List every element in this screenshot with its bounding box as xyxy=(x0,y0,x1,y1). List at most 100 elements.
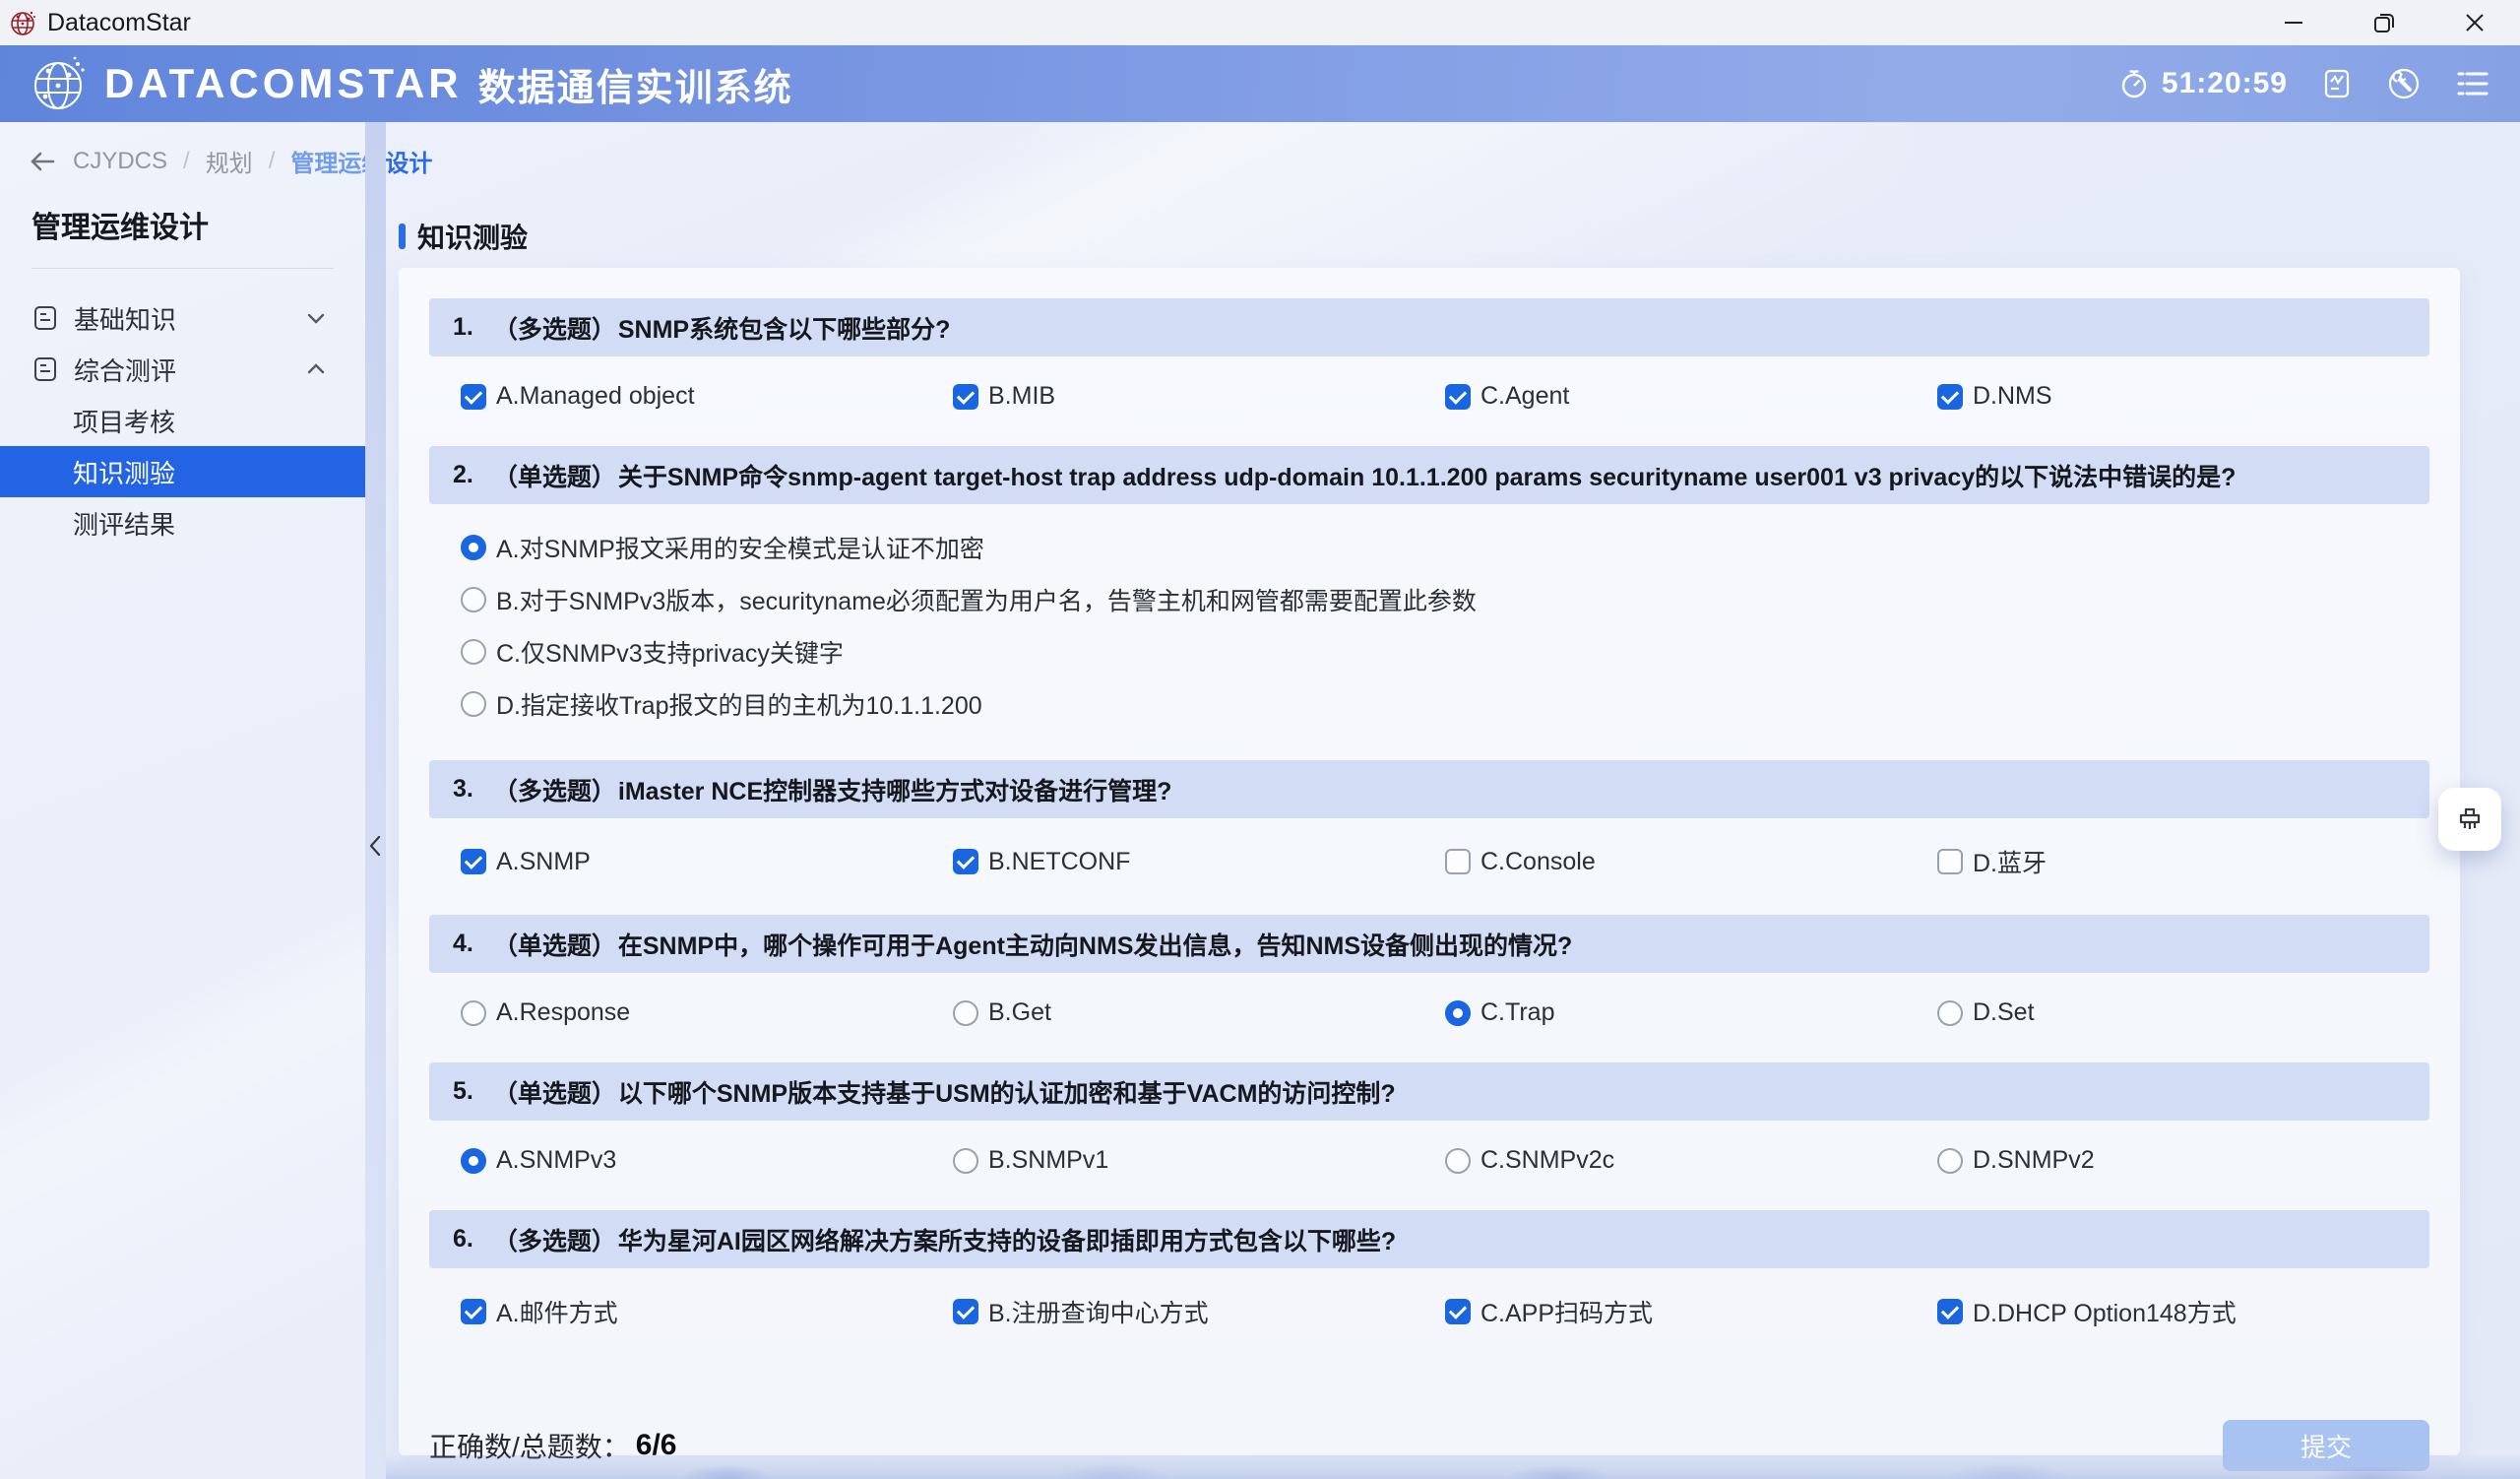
checkbox-checked-icon[interactable] xyxy=(461,849,486,874)
tools-icon[interactable] xyxy=(2386,66,2422,101)
option-checkbox[interactable]: A.Managed object xyxy=(461,382,953,411)
section-header: 知识测验 xyxy=(399,217,528,256)
document-icon xyxy=(32,356,58,382)
option-checkbox[interactable]: C.Console xyxy=(1445,848,1937,876)
radio-checked-icon[interactable] xyxy=(1445,1000,1471,1026)
document-icon xyxy=(32,305,58,331)
question-number: 5. xyxy=(453,1077,473,1106)
option-radio[interactable]: B.对于SNMPv3版本，securityname必须配置为用户名，告警主机和网… xyxy=(461,582,2429,617)
radio-unchecked-icon[interactable] xyxy=(1937,1000,1963,1026)
background-bottom-glow xyxy=(386,1453,2520,1479)
radio-unchecked-icon[interactable] xyxy=(953,1000,978,1026)
sidebar-item-knowledge-quiz[interactable]: 知识测验 xyxy=(0,446,365,497)
option-checkbox[interactable]: A.SNMP xyxy=(461,848,953,876)
option-label: D.NMS xyxy=(1973,382,2052,411)
radio-unchecked-icon[interactable] xyxy=(953,1148,978,1174)
radio-unchecked-icon[interactable] xyxy=(461,691,486,717)
sidebar-item-label: 基础知识 xyxy=(74,300,176,337)
question-type: （单选题） xyxy=(493,1074,616,1110)
checkbox-checked-icon[interactable] xyxy=(953,384,978,410)
question-block: 5. （单选题） 以下哪个SNMP版本支持基于USM的认证加密和基于VACM的访… xyxy=(429,1062,2429,1210)
option-radio[interactable]: A.对SNMP报文采用的安全模式是认证不加密 xyxy=(461,530,2429,565)
sidebar-item-comprehensive-assessment[interactable]: 综合测评 xyxy=(0,344,365,395)
section-title: 知识测验 xyxy=(417,217,528,256)
menu-list-icon[interactable] xyxy=(2455,66,2490,101)
checkbox-checked-icon[interactable] xyxy=(1445,1299,1471,1324)
option-radio[interactable]: B.Get xyxy=(953,998,1445,1027)
checkbox-checked-icon[interactable] xyxy=(1937,1299,1963,1324)
checkbox-checked-icon[interactable] xyxy=(1445,384,1471,410)
question-type: （多选题） xyxy=(493,772,616,807)
main-content: 知识测验 1. （多选题） SNMP系统包含以下哪些部分? A.Managed … xyxy=(386,122,2520,1479)
option-radio[interactable]: A.Response xyxy=(461,998,953,1027)
option-checkbox[interactable]: D.DHCP Option148方式 xyxy=(1937,1294,2429,1329)
option-label: B.MIB xyxy=(988,382,1055,411)
option-checkbox[interactable]: B.注册查询中心方式 xyxy=(953,1294,1445,1329)
sidebar-item-label: 知识测验 xyxy=(73,454,175,490)
option-radio[interactable]: D.SNMPv2 xyxy=(1937,1146,2429,1175)
section-accent-bar xyxy=(399,224,406,249)
option-radio[interactable]: B.SNMPv1 xyxy=(953,1146,1445,1175)
option-label: A.邮件方式 xyxy=(496,1294,618,1329)
option-checkbox[interactable]: C.Agent xyxy=(1445,382,1937,411)
option-checkbox[interactable]: B.NETCONF xyxy=(953,848,1445,876)
question-header: 2. （单选题） 关于SNMP命令snmp-agent target-host … xyxy=(429,446,2429,504)
radio-unchecked-icon[interactable] xyxy=(1937,1148,1963,1174)
option-radio[interactable]: A.SNMPv3 xyxy=(461,1146,953,1175)
brush-icon xyxy=(2453,803,2487,836)
option-radio[interactable]: C.SNMPv2c xyxy=(1445,1146,1937,1175)
timer-icon xyxy=(2118,68,2150,99)
option-radio[interactable]: C.仅SNMPv3支持privacy关键字 xyxy=(461,634,2429,670)
radio-checked-icon[interactable] xyxy=(461,535,486,560)
checkbox-checked-icon[interactable] xyxy=(953,1299,978,1324)
checkbox-unchecked-icon[interactable] xyxy=(1445,849,1471,874)
option-checkbox[interactable]: B.MIB xyxy=(953,382,1445,411)
option-radio[interactable]: D.指定接收Trap报文的目的主机为10.1.1.200 xyxy=(461,686,2429,722)
option-label: C.SNMPv2c xyxy=(1480,1146,1614,1175)
checkbox-checked-icon[interactable] xyxy=(461,1299,486,1324)
sidebar-divider xyxy=(32,268,334,269)
radio-unchecked-icon[interactable] xyxy=(461,1000,486,1026)
question-header: 5. （单选题） 以下哪个SNMP版本支持基于USM的认证加密和基于VACM的访… xyxy=(429,1062,2429,1121)
checkbox-checked-icon[interactable] xyxy=(953,849,978,874)
sidebar-item-basic-knowledge[interactable]: 基础知识 xyxy=(0,292,365,344)
minimize-button[interactable] xyxy=(2248,0,2339,45)
chevron-up-icon xyxy=(304,357,328,381)
question-text: 华为星河AI园区网络解决方案所支持的设备即插即用方式包含以下哪些? xyxy=(618,1222,1396,1257)
report-icon[interactable] xyxy=(2321,68,2353,99)
radio-unchecked-icon[interactable] xyxy=(1445,1148,1471,1174)
app-logo-globe-icon xyxy=(10,9,37,36)
question-text: 在SNMP中，哪个操作可用于Agent主动向NMS发出信息，告知NMS设备侧出现… xyxy=(618,927,1572,962)
option-label: A.Managed object xyxy=(496,382,695,411)
close-button[interactable] xyxy=(2429,0,2520,45)
sidebar-item-project-exam[interactable]: 项目考核 xyxy=(0,395,365,446)
option-label: B.Get xyxy=(988,998,1051,1027)
checkbox-unchecked-icon[interactable] xyxy=(1937,849,1963,874)
restore-button[interactable] xyxy=(2339,0,2429,45)
option-radio[interactable]: D.Set xyxy=(1937,998,2429,1027)
option-radio[interactable]: C.Trap xyxy=(1445,998,1937,1027)
sidebar-item-label: 测评结果 xyxy=(73,505,175,542)
question-options: A.邮件方式 B.注册查询中心方式C.APP扫码方式 D.DHCP Option14… xyxy=(429,1268,2429,1365)
radio-unchecked-icon[interactable] xyxy=(461,639,486,665)
brush-tool-button[interactable] xyxy=(2438,788,2501,851)
option-checkbox[interactable]: A.邮件方式 xyxy=(461,1294,953,1329)
question-header: 1. （多选题） SNMP系统包含以下哪些部分? xyxy=(429,298,2429,356)
option-label: B.NETCONF xyxy=(988,848,1130,876)
workspace: CJYDCS / 规划 / 管理运维设计 管理运维设计 基础知识 xyxy=(0,122,2520,1479)
radio-unchecked-icon[interactable] xyxy=(461,587,486,612)
sidebar-item-assessment-result[interactable]: 测评结果 xyxy=(0,497,365,548)
question-text: iMaster NCE控制器支持哪些方式对设备进行管理? xyxy=(618,772,1172,807)
option-label: D.DHCP Option148方式 xyxy=(1973,1294,2236,1329)
app-header: DATACOMSTAR 数据通信实训系统 51:20:59 xyxy=(0,45,2520,122)
option-label: A.对SNMP报文采用的安全模式是认证不加密 xyxy=(496,530,984,565)
checkbox-checked-icon[interactable] xyxy=(1937,384,1963,410)
question-block: 2. （单选题） 关于SNMP命令snmp-agent target-host … xyxy=(429,446,2429,760)
option-label: D.蓝牙 xyxy=(1973,844,2047,879)
option-checkbox[interactable]: D.NMS xyxy=(1937,382,2429,411)
radio-checked-icon[interactable] xyxy=(461,1148,486,1174)
option-checkbox[interactable]: D.蓝牙 xyxy=(1937,844,2429,879)
quiz-card: 1. （多选题） SNMP系统包含以下哪些部分? A.Managed objec… xyxy=(399,268,2460,1455)
checkbox-checked-icon[interactable] xyxy=(461,384,486,410)
option-checkbox[interactable]: C.APP扫码方式 xyxy=(1445,1294,1937,1329)
